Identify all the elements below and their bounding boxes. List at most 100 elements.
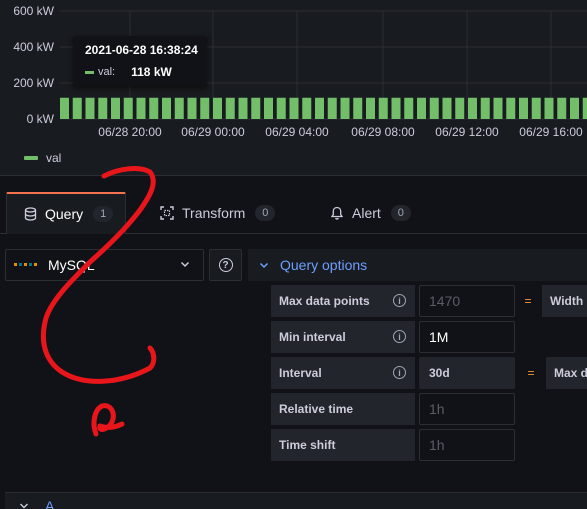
data-bar [289, 97, 299, 119]
chevron-down-icon [259, 262, 269, 269]
equals-sign: = [527, 366, 535, 380]
x-tick-label: 06/29 08:00 [351, 125, 415, 139]
chevron-down-icon[interactable] [19, 501, 29, 509]
info-icon[interactable]: i [393, 330, 406, 343]
data-bar [200, 97, 210, 119]
data-bar [468, 97, 477, 119]
data-bar [582, 97, 587, 119]
data-bar [570, 97, 579, 119]
data-bar [111, 97, 120, 119]
data-bar [391, 97, 401, 119]
data-bar [174, 97, 184, 119]
bell-icon [330, 206, 344, 220]
data-bar [213, 97, 222, 119]
database-icon [23, 207, 37, 221]
datasource-name: MySQL [48, 257, 95, 273]
data-bar [60, 97, 69, 119]
x-tick-label: 06/29 16:00 [519, 125, 583, 139]
tab-query-count: 1 [93, 206, 114, 222]
relative-time-text: Relative time [279, 402, 354, 416]
time-shift-input[interactable]: 1h [419, 429, 515, 461]
interval-label: Interval i [271, 357, 415, 389]
data-bar [506, 97, 516, 119]
tab-alert[interactable]: Alert 0 [330, 192, 411, 234]
relative-time-label: Relative time [271, 393, 415, 425]
data-bar [404, 97, 414, 119]
tab-transform[interactable]: Transform 0 [160, 192, 276, 234]
max-data-points-result-label: Max d [546, 357, 587, 389]
legend-swatch [24, 156, 38, 160]
min-interval-text: Min interval [279, 330, 346, 344]
mysql-logo-icon [14, 260, 38, 270]
time-shift-text: Time shift [279, 438, 336, 452]
data-bar [378, 97, 388, 119]
tab-query-label: Query [45, 206, 84, 222]
tab-query[interactable]: Query 1 [6, 192, 126, 234]
x-tick-label: 06/29 00:00 [181, 125, 245, 139]
min-interval-input[interactable]: 1M [419, 321, 515, 353]
data-bar [557, 97, 567, 119]
chart-tooltip: 2021-06-28 16:38:24 val: 118 kW [73, 36, 207, 86]
chart-legend[interactable]: val [24, 151, 61, 165]
tab-alert-count: 0 [390, 205, 411, 221]
x-tick-label: 06/28 20:00 [98, 125, 162, 139]
min-interval-label: Min interval i [271, 321, 415, 353]
y-tick-label: 600 kW [13, 4, 54, 18]
data-bar [225, 97, 235, 119]
info-icon[interactable]: i [393, 366, 406, 379]
tab-transform-count: 0 [255, 205, 276, 221]
data-bar [315, 97, 324, 119]
tooltip-series-swatch [85, 70, 94, 74]
legend-label[interactable]: val [46, 151, 61, 165]
datasource-picker[interactable]: MySQL [5, 249, 204, 281]
data-bar [544, 97, 554, 119]
data-bar [493, 97, 503, 119]
data-bar [353, 97, 363, 119]
tab-alert-label: Alert [352, 205, 381, 221]
data-bar [149, 97, 159, 119]
data-bar [136, 97, 146, 119]
graph-panel: 0 kW 200 kW 400 kW 600 kW 06/28 20:00 06/29 0… [0, 0, 587, 176]
tooltip-series-label: val: [98, 66, 116, 78]
data-bar [162, 97, 171, 119]
max-data-points-label: Max data points i [271, 285, 415, 317]
editor-tabs: Query 1 Transform 0 Alert 0 [0, 192, 587, 234]
x-tick-label: 06/29 04:00 [265, 125, 329, 139]
width-label: Width o [542, 285, 587, 317]
data-bar [429, 97, 439, 119]
x-tick-label: 06/29 12:00 [435, 125, 499, 139]
interval-value: 30d [419, 357, 515, 389]
data-bar [531, 97, 541, 119]
tooltip-time: 2021-06-28 16:38:24 [85, 43, 198, 57]
data-bar [98, 97, 108, 119]
equals-sign: = [524, 294, 532, 308]
data-bar [519, 97, 528, 119]
y-tick-label: 400 kW [13, 40, 54, 54]
query-row-a[interactable]: A [5, 492, 587, 509]
max-data-points-text: Max data points [279, 294, 370, 308]
query-options-title: Query options [280, 257, 368, 273]
data-bar [327, 97, 337, 119]
max-data-points-input[interactable]: 1470 [419, 285, 515, 317]
data-bar [455, 97, 465, 119]
data-bar [85, 97, 95, 119]
data-bar [442, 97, 452, 119]
data-bar [340, 97, 350, 119]
query-options-toggle[interactable]: Query options [248, 249, 587, 281]
data-bar [276, 97, 286, 119]
relative-time-input[interactable]: 1h [419, 393, 515, 425]
datasource-help-button[interactable]: ? [209, 249, 242, 281]
info-icon[interactable]: i [393, 294, 406, 307]
tab-transform-label: Transform [182, 205, 246, 221]
data-bar [187, 97, 197, 119]
y-tick-label: 200 kW [13, 76, 54, 90]
data-bar [251, 97, 261, 119]
power-bar-chart[interactable]: 0 kW 200 kW 400 kW 600 kW 06/28 20:00 06/29 0… [0, 0, 587, 176]
chevron-down-icon [180, 261, 190, 268]
data-bar [366, 97, 375, 119]
question-circle-icon: ? [218, 258, 233, 272]
data-bar [264, 97, 273, 119]
query-ref-letter: A [45, 498, 55, 509]
data-bar [72, 97, 82, 119]
data-bar [238, 97, 248, 119]
